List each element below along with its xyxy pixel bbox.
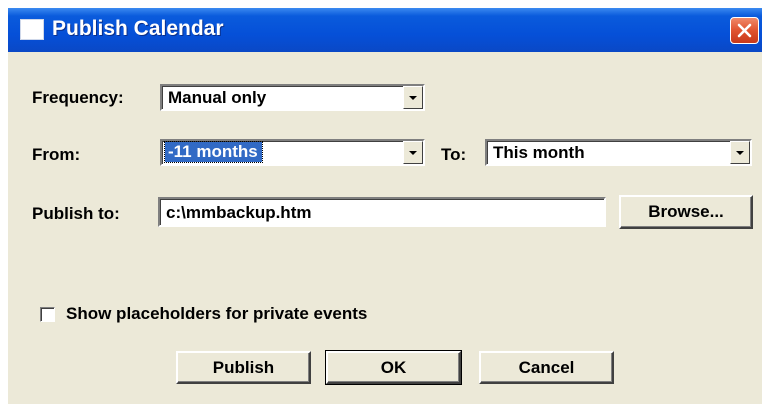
to-value: This month (493, 143, 585, 162)
from-dropdown-arrow[interactable] (403, 141, 423, 164)
frequency-label: Frequency: (32, 88, 124, 107)
from-label: From: (32, 145, 81, 164)
close-icon (737, 23, 752, 38)
to-select[interactable]: This month (485, 139, 752, 166)
to-label: To: (441, 145, 467, 164)
frequency-dropdown-arrow[interactable] (403, 86, 423, 109)
from-select[interactable]: -11 months (160, 139, 425, 166)
publish-to-value: c:\mmbackup.htm (166, 203, 312, 222)
window-title: Publish Calendar (52, 17, 224, 40)
publish-to-label: Publish to: (32, 204, 120, 223)
browse-button[interactable]: Browse... (619, 195, 753, 229)
placeholders-label[interactable]: Show placeholders for private events (66, 304, 367, 324)
to-dropdown-arrow[interactable] (730, 141, 750, 164)
frequency-select[interactable]: Manual only (160, 84, 425, 111)
publish-calendar-dialog: Publish Calendar Frequency: Manual only … (8, 8, 762, 404)
title-bar[interactable]: Publish Calendar (8, 8, 762, 52)
calendar-window-icon (20, 19, 44, 40)
cancel-button[interactable]: Cancel (479, 351, 614, 384)
frequency-value: Manual only (168, 88, 267, 107)
close-button[interactable] (730, 17, 759, 44)
from-value: -11 months (164, 141, 263, 163)
publish-to-input[interactable]: c:\mmbackup.htm (158, 197, 606, 227)
ok-button[interactable]: OK (325, 350, 462, 385)
publish-button[interactable]: Publish (176, 351, 311, 384)
placeholders-checkbox[interactable] (40, 307, 55, 322)
